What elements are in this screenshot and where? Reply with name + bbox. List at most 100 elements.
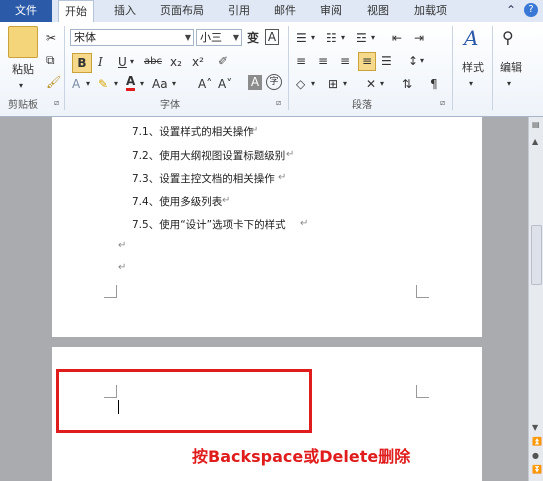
multilevel-list-icon[interactable]: ☲ [356,30,367,46]
group-separator [492,26,493,110]
underline-button[interactable]: U [118,54,127,70]
decrease-indent-icon[interactable]: ⇤ [392,30,402,46]
paragraph-mark: ↵ [300,218,309,229]
font-size-dropdown-icon[interactable]: ▼ [233,30,239,45]
change-case-button[interactable]: Aa [152,76,168,92]
font-launcher-icon[interactable]: ⧄ [276,98,281,108]
tab-page-layout[interactable]: 页面布局 [160,0,204,22]
copy-icon[interactable]: ⧉ [46,52,55,68]
paragraph-mark: ↵ [250,125,259,136]
select-browse-object-icon[interactable]: ● [532,451,539,460]
enclose-characters-button[interactable]: 字 [266,74,282,90]
chinese-layout-dropdown-icon[interactable]: ▾ [380,76,384,92]
line-spacing-icon[interactable]: ↕ [408,53,418,69]
toc-line-7-3[interactable]: 7.3、设置主控文档的相关操作 [132,171,275,186]
paste-clipboard-icon[interactable] [8,26,38,58]
tab-home[interactable]: 开始 [58,0,94,22]
scroll-down-icon[interactable]: ▼ [532,423,538,432]
tab-view[interactable]: 视图 [367,0,389,22]
collapse-ribbon-icon[interactable]: ⌃ [506,3,516,17]
grow-font-button[interactable]: A˄ [198,76,212,92]
font-color-dropdown-icon[interactable]: ▾ [140,76,144,92]
clipboard-group-label: 剪贴板 [8,100,38,111]
highlight-dropdown-icon[interactable]: ▾ [114,76,118,92]
tab-references[interactable]: 引用 [228,0,250,22]
shrink-font-button[interactable]: A˅ [218,76,232,92]
change-case-dropdown-icon[interactable]: ▾ [172,76,176,92]
align-right-icon[interactable]: ≡ [340,53,350,69]
page-1[interactable]: 7.1、设置样式的相关操作 7.2、使用大纲视图设置标题级别 7.3、设置主控文… [52,117,482,337]
borders-icon[interactable]: ⊞ [328,76,338,92]
bullets-dropdown-icon[interactable]: ▾ [311,30,315,46]
ribbon-tab-bar: 文件 开始 插入 页面布局 引用 邮件 审阅 视图 加载项 ⌃ ? [0,0,543,23]
clipboard-launcher-icon[interactable]: ⧄ [54,98,59,108]
paragraph-launcher-icon[interactable]: ⧄ [440,98,445,108]
italic-button[interactable]: I [98,54,103,70]
next-page-icon[interactable]: ⏬ [532,465,542,474]
toc-line-7-5[interactable]: 7.5、使用“设计”选项卡下的样式 [132,217,286,232]
styles-icon[interactable]: A [464,28,478,48]
sort-icon[interactable]: ⇅ [402,76,412,92]
numbering-icon[interactable]: ☷ [326,30,337,46]
previous-page-icon[interactable]: ⏫ [532,437,542,446]
instruction-annotation: 按Backspace或Delete删除 [192,447,411,466]
justify-icon[interactable]: ≡ [358,52,376,71]
editing-dropdown-icon[interactable]: ▾ [507,76,511,92]
cut-icon[interactable]: ✂ [46,30,56,46]
subscript-button[interactable]: x₂ [170,54,182,70]
scroll-up-icon[interactable]: ▲ [532,137,538,146]
chinese-layout-icon[interactable]: ✕ [366,76,376,92]
clear-formatting-icon[interactable]: ✐ [218,53,228,69]
character-border-icon[interactable]: A [265,29,279,45]
show-formatting-marks-icon[interactable]: ¶ [430,76,438,92]
shading-dropdown-icon[interactable]: ▾ [311,76,315,92]
toc-line-7-2[interactable]: 7.2、使用大纲视图设置标题级别 [132,148,285,163]
styles-dropdown-icon[interactable]: ▾ [469,76,473,92]
scroll-thumb[interactable] [531,225,542,285]
character-shading-button[interactable]: A [248,75,262,90]
borders-dropdown-icon[interactable]: ▾ [343,76,347,92]
distributed-icon[interactable]: ☰ [381,53,392,69]
tab-insert[interactable]: 插入 [114,0,136,22]
ruler-toggle-icon[interactable]: ▤ [532,120,540,129]
vertical-scrollbar[interactable]: ▤ ▲ ▼ ⏫ ● ⏬ [528,117,543,481]
superscript-button[interactable]: x² [192,54,204,70]
font-size-combo[interactable]: 小三 ▼ [196,29,242,46]
paragraph-mark: ↵ [278,172,287,183]
underline-dropdown-icon[interactable]: ▾ [130,54,134,70]
styles-button-label[interactable]: 样式 [458,60,488,76]
font-name-dropdown-icon[interactable]: ▼ [185,30,191,45]
find-binoculars-icon[interactable]: ⚲ [502,30,514,46]
line-spacing-dropdown-icon[interactable]: ▾ [420,53,424,69]
font-name-value: 宋体 [74,31,96,44]
tab-file[interactable]: 文件 [0,0,52,22]
editing-button-label[interactable]: 编辑 [496,60,526,76]
font-name-combo[interactable]: 宋体 ▼ [70,29,194,46]
bold-button[interactable]: B [72,53,92,73]
align-center-icon[interactable]: ≡ [318,53,328,69]
font-color-button[interactable]: A [126,74,136,91]
paste-dropdown-icon[interactable]: ▾ [19,78,23,94]
shading-icon[interactable]: ◇ [296,76,305,92]
toc-line-7-4[interactable]: 7.4、使用多级列表 [132,194,222,209]
numbering-dropdown-icon[interactable]: ▾ [341,30,345,46]
increase-indent-icon[interactable]: ⇥ [414,30,424,46]
paste-button-label[interactable]: 粘贴 [8,62,38,78]
tab-review[interactable]: 审阅 [320,0,342,22]
toc-line-7-1[interactable]: 7.1、设置样式的相关操作 [132,124,254,139]
format-painter-icon[interactable]: 🖌 [46,74,61,90]
group-separator [288,26,289,110]
bullets-icon[interactable]: ☰ [296,30,307,46]
text-effects-dropdown-icon[interactable]: ▾ [86,76,90,92]
help-icon[interactable]: ? [524,3,538,17]
crop-mark-top-right [416,385,429,398]
tab-addins[interactable]: 加载项 [414,0,447,22]
phonetic-guide-icon[interactable]: 变 [247,30,259,46]
highlight-icon[interactable]: ✎ [98,76,108,92]
multilevel-list-dropdown-icon[interactable]: ▾ [371,30,375,46]
font-size-value: 小三 [200,31,222,44]
align-left-icon[interactable]: ≡ [296,53,306,69]
text-effects-icon[interactable]: A [72,76,80,92]
strikethrough-button[interactable]: abc [144,54,162,70]
tab-mailings[interactable]: 邮件 [274,0,296,22]
